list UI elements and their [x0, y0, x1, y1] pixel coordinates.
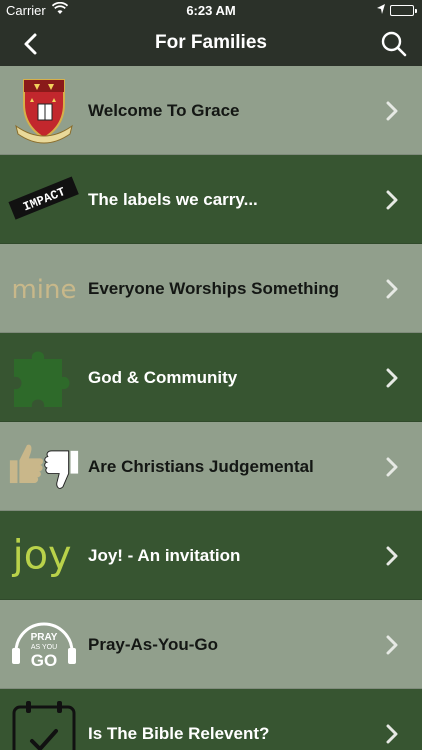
svg-text:AS YOU: AS YOU: [31, 644, 57, 651]
status-bar: Carrier 6:23 AM: [0, 0, 422, 22]
list-item-label: Are Christians Judgemental: [88, 457, 314, 476]
impact-label-icon: IMPACT: [8, 163, 80, 235]
chevron-right-icon: [386, 101, 398, 121]
search-icon: [381, 31, 407, 57]
list-item-label: Pray-As-You-Go: [88, 635, 219, 654]
search-button[interactable]: [380, 30, 408, 58]
list-item-label: God & Community: [88, 368, 238, 387]
list-item-label: Is The Bible Relevent?: [88, 724, 270, 743]
navigation-bar: For Families: [0, 22, 422, 66]
joy-text-icon: joy: [8, 519, 80, 591]
list-item-label: The labels we carry...: [88, 190, 258, 209]
pray-as-you-go-logo-icon: PRAY AS YOU GO: [8, 608, 80, 680]
status-time: 6:23 AM: [186, 3, 236, 18]
thumbs-up-down-icon: [8, 430, 80, 502]
list-item-joy[interactable]: joy Joy! - An invitation: [0, 511, 422, 600]
list-item-bible[interactable]: Is The Bible Relevent?: [0, 689, 422, 750]
chevron-right-icon: [386, 635, 398, 655]
list-item-welcome[interactable]: Welcome To Grace: [0, 66, 422, 155]
list-item-community[interactable]: God & Community: [0, 333, 422, 422]
mine-text-icon: mine: [8, 252, 80, 324]
list-item-label: Everyone Worships Something: [88, 279, 339, 298]
battery-icon: [390, 5, 417, 16]
page-title: For Families: [155, 32, 267, 53]
list-item-label: Welcome To Grace: [88, 101, 240, 120]
location-arrow-icon: [376, 3, 386, 18]
svg-text:joy: joy: [12, 532, 72, 578]
chevron-right-icon: [386, 279, 398, 299]
chevron-right-icon: [386, 457, 398, 477]
content-list: Welcome To Grace IMPACT The labels we ca…: [0, 66, 422, 750]
calendar-check-icon: [8, 697, 80, 750]
puzzle-piece-icon: [8, 341, 80, 413]
list-item-worships[interactable]: mine Everyone Worships Something: [0, 244, 422, 333]
list-item-labels[interactable]: IMPACT The labels we carry...: [0, 155, 422, 244]
list-item-label: Joy! - An invitation: [88, 546, 241, 565]
chevron-right-icon: [386, 190, 398, 210]
svg-text:GO: GO: [31, 651, 57, 670]
svg-text:PRAY: PRAY: [31, 632, 58, 643]
chevron-right-icon: [386, 368, 398, 388]
svg-text:mine: mine: [11, 275, 76, 305]
chevron-right-icon: [386, 546, 398, 566]
crest-icon: [8, 74, 80, 146]
list-item-judgemental[interactable]: Are Christians Judgemental: [0, 422, 422, 511]
chevron-right-icon: [386, 724, 398, 744]
list-item-pray-as-you-go[interactable]: PRAY AS YOU GO Pray-As-You-Go: [0, 600, 422, 689]
